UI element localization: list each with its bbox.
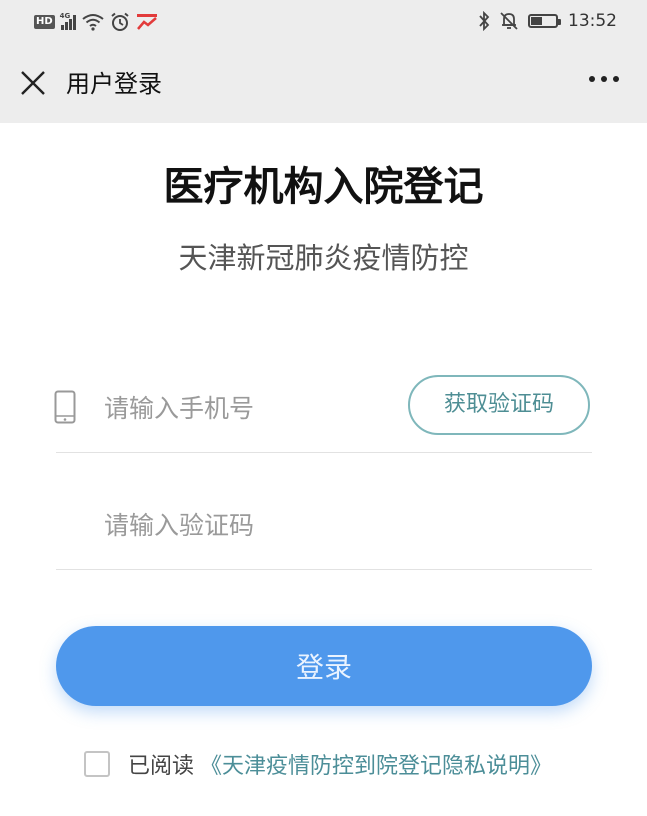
status-right: 13:52: [478, 11, 617, 31]
status-bar: HD 4G 13:52: [0, 0, 647, 44]
phone-icon: [54, 390, 76, 424]
login-button[interactable]: 登录: [56, 626, 592, 706]
clock: 13:52: [568, 11, 617, 31]
agree-checkbox[interactable]: [84, 751, 110, 777]
close-icon[interactable]: [18, 68, 48, 98]
code-divider: [56, 569, 592, 570]
privacy-policy-link[interactable]: 《天津疫情防控到院登记隐私说明》: [200, 748, 552, 780]
mute-bell-icon: [500, 12, 518, 30]
bluetooth-icon: [479, 11, 490, 31]
network-type: 4G: [59, 12, 71, 20]
agree-text: 已阅读: [128, 754, 195, 779]
main-heading: 医疗机构入院登记: [163, 164, 484, 210]
sub-heading: 天津新冠肺炎疫情防控: [178, 241, 469, 275]
more-icon[interactable]: [589, 76, 619, 82]
code-input[interactable]: [102, 504, 526, 546]
battery-icon: [528, 14, 561, 28]
get-code-button[interactable]: 获取验证码: [408, 375, 590, 435]
agreement-row: 已阅读 《天津疫情防控到院登记隐私说明》: [84, 748, 552, 780]
phone-divider: [56, 452, 592, 453]
cellular-signal-icon: 4G: [59, 12, 76, 30]
hd-badge: HD: [34, 15, 55, 29]
wifi-icon: [82, 14, 104, 31]
phone-input[interactable]: [102, 387, 396, 429]
app-notification-icon: [136, 14, 157, 30]
battery-level: [531, 17, 542, 25]
alarm-icon: [111, 12, 129, 31]
page-title: 用户登录: [66, 70, 162, 98]
title-bar: 用户登录: [0, 58, 647, 114]
status-left: HD 4G: [34, 12, 158, 32]
